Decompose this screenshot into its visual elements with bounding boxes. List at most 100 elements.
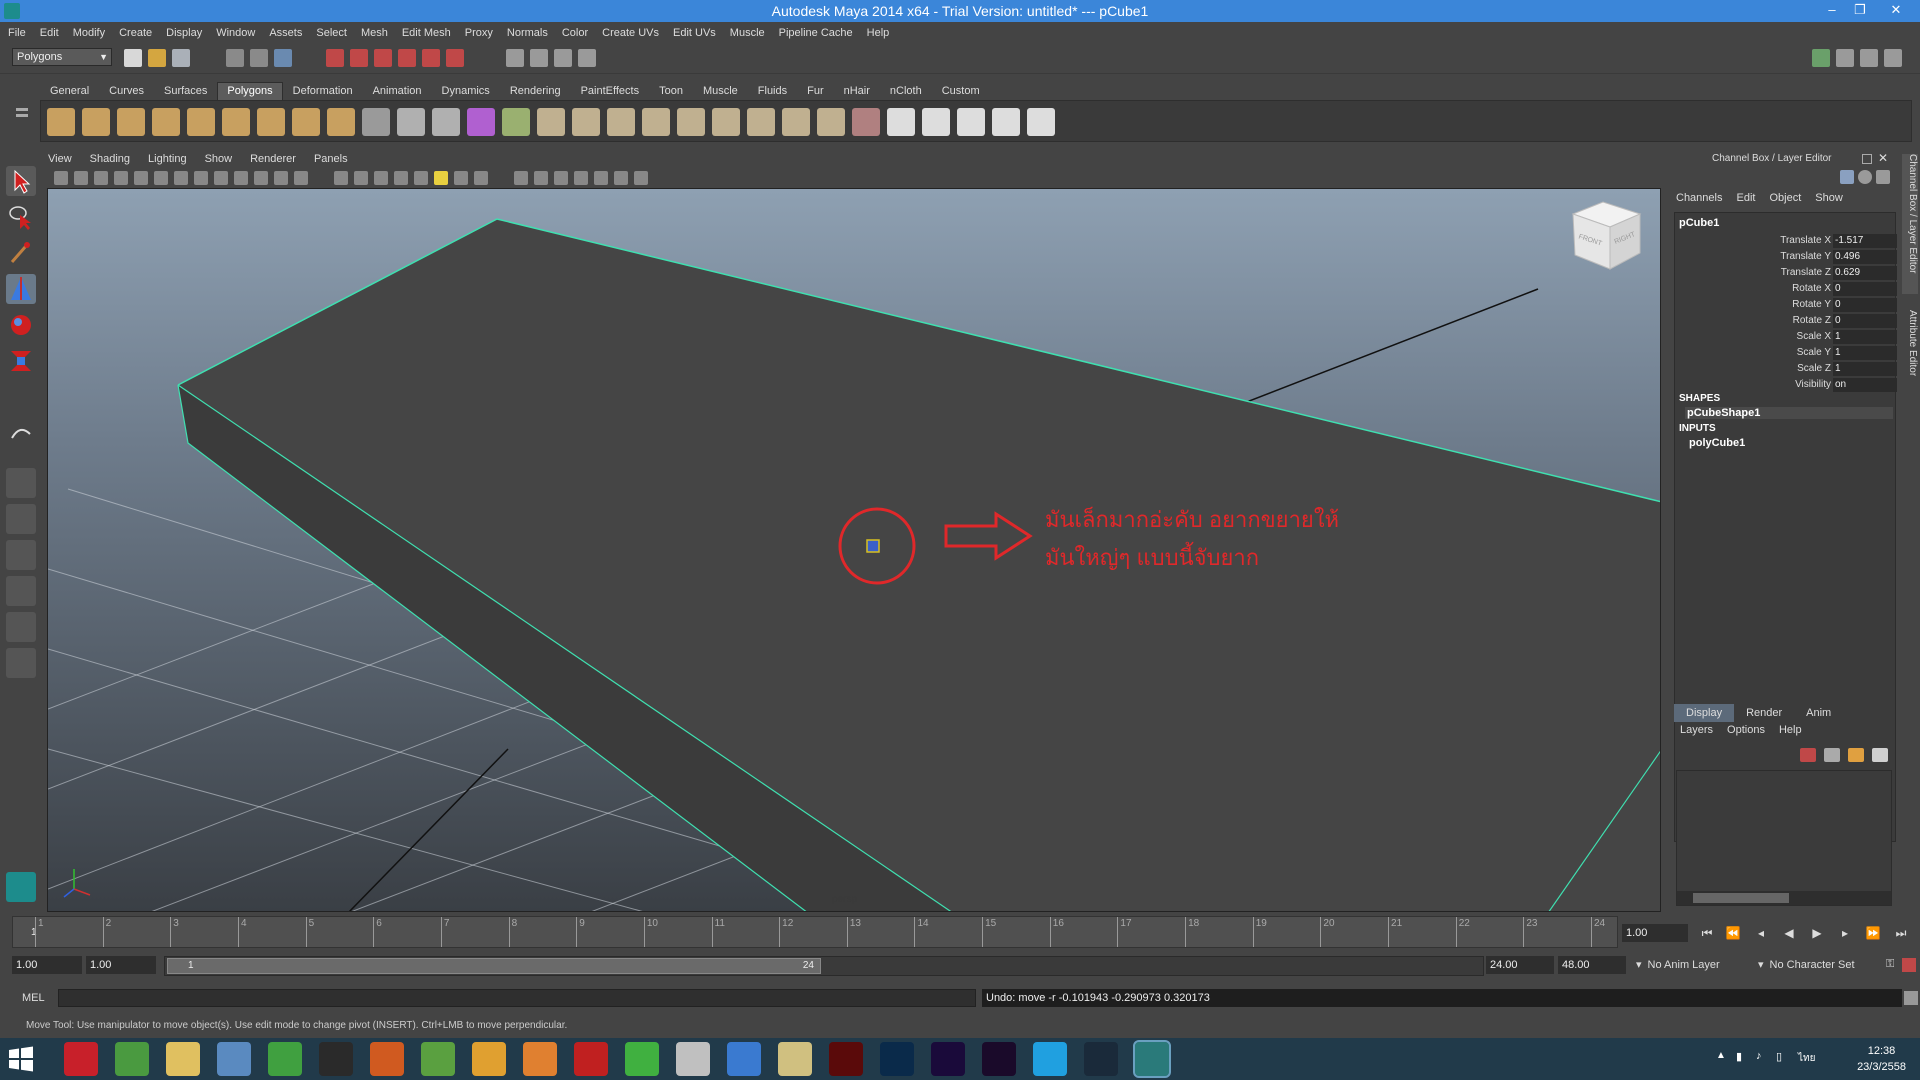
- wireframe-icon[interactable]: [334, 171, 348, 185]
- channel-menu-edit[interactable]: Edit: [1736, 192, 1755, 204]
- step-back-frame-icon[interactable]: ◂: [1750, 924, 1772, 942]
- open-scene-icon[interactable]: [148, 49, 166, 67]
- network-icon[interactable]: ▮: [1736, 1050, 1742, 1063]
- shelf-tab-general[interactable]: General: [40, 82, 99, 100]
- poly-cube-icon[interactable]: [82, 108, 110, 136]
- safe-action-icon[interactable]: [274, 171, 288, 185]
- line-app-icon[interactable]: [625, 1042, 659, 1076]
- maya-taskbar-icon[interactable]: [1133, 1040, 1171, 1078]
- attribute-value-field[interactable]: 0.629: [1833, 266, 1897, 280]
- close-panel-icon[interactable]: ✕: [1878, 151, 1888, 165]
- nvidia-icon[interactable]: [319, 1042, 353, 1076]
- perspective-viewport[interactable]: FRONT RIGHT persp: [47, 188, 1661, 912]
- shelf-tab-fur[interactable]: Fur: [797, 82, 834, 100]
- snap-grid-icon[interactable]: [326, 49, 344, 67]
- menu-modify[interactable]: Modify: [73, 27, 105, 39]
- menu-muscle[interactable]: Muscle: [730, 27, 765, 39]
- select-hierarchy-icon[interactable]: [226, 49, 244, 67]
- menu-create-uvs[interactable]: Create UVs: [602, 27, 659, 39]
- menu-edit[interactable]: Edit: [40, 27, 59, 39]
- snap-point-icon[interactable]: [374, 49, 392, 67]
- create-polygon-icon[interactable]: [362, 108, 390, 136]
- float-panel-icon[interactable]: [1862, 154, 1872, 164]
- move-up-layer-icon[interactable]: [1848, 748, 1864, 762]
- battery-icon[interactable]: ▯: [1776, 1050, 1782, 1063]
- extrude-icon[interactable]: [502, 108, 530, 136]
- after-effects-icon[interactable]: [931, 1042, 965, 1076]
- layer-horizontal-scrollbar[interactable]: [1677, 891, 1891, 905]
- scroll-thumb[interactable]: [1693, 893, 1789, 903]
- attribute-value-field[interactable]: 1: [1833, 346, 1897, 360]
- media-player-icon[interactable]: [523, 1042, 557, 1076]
- range-slider-thumb[interactable]: 1 24: [167, 958, 821, 974]
- attribute-row-translate-x[interactable]: Translate X -1.517: [1675, 233, 1897, 249]
- clock[interactable]: 12:38 23/3/2558: [1857, 1043, 1906, 1075]
- panel-menu-lighting[interactable]: Lighting: [148, 153, 187, 165]
- move-down-layer-icon[interactable]: [1872, 748, 1888, 762]
- poly-torus-icon[interactable]: [222, 108, 250, 136]
- panel-menu-view[interactable]: View: [48, 153, 72, 165]
- channel-display-icon[interactable]: [1840, 170, 1854, 184]
- attribute-value-field[interactable]: -1.517: [1833, 234, 1897, 248]
- show-modeling-toolkit-icon[interactable]: [1812, 49, 1830, 67]
- calendar-app-icon[interactable]: [727, 1042, 761, 1076]
- animation-preferences-icon[interactable]: [1902, 958, 1916, 972]
- attribute-row-rotate-y[interactable]: Rotate Y0: [1675, 297, 1897, 313]
- poly-sphere-icon[interactable]: [47, 108, 75, 136]
- persp-graph-layout-icon[interactable]: [6, 576, 36, 606]
- playback-start-field[interactable]: 1.00: [86, 956, 156, 974]
- persp-graph-outliner-layout-icon[interactable]: [6, 648, 36, 678]
- panel-menu-renderer[interactable]: Renderer: [250, 153, 296, 165]
- safe-title-icon[interactable]: [294, 171, 308, 185]
- layer-tab-display[interactable]: Display: [1674, 704, 1735, 722]
- select-component-icon[interactable]: [274, 49, 292, 67]
- time-slider[interactable]: 1 1 2 3 4 5 6 7 8 9 10 11 12 13 14 15 16 17 18 19 20 21 22 23 2…: [12, 916, 1618, 948]
- attribute-editor-toggle-icon[interactable]: [1836, 49, 1854, 67]
- play-forward-icon[interactable]: ▶: [1806, 924, 1828, 942]
- lasso-tool-icon[interactable]: [6, 202, 36, 232]
- layer-tab-render[interactable]: Render: [1734, 704, 1794, 722]
- premiere-icon[interactable]: [982, 1042, 1016, 1076]
- flash-pro-icon[interactable]: [829, 1042, 863, 1076]
- flash-app-icon[interactable]: [472, 1042, 506, 1076]
- layer-tab-anim[interactable]: Anim: [1794, 704, 1843, 722]
- attribute-value-field[interactable]: 1: [1833, 362, 1897, 376]
- smooth-shade-icon[interactable]: [354, 171, 368, 185]
- show-hidden-icons-icon[interactable]: ▲: [1716, 1050, 1726, 1061]
- paint-icon[interactable]: [778, 1042, 812, 1076]
- single-perspective-layout-icon[interactable]: [6, 468, 36, 498]
- step-forward-frame-icon[interactable]: ▸: [1834, 924, 1856, 942]
- persp-outliner-layout-icon[interactable]: [6, 540, 36, 570]
- mel-command-input[interactable]: [58, 989, 976, 1007]
- render-settings-icon[interactable]: [578, 49, 596, 67]
- channel-menu-show[interactable]: Show: [1815, 192, 1843, 204]
- key-icon[interactable]: ⚿: [1886, 958, 1900, 972]
- shelf-tab-dynamics[interactable]: Dynamics: [432, 82, 500, 100]
- shelf-tab-curves[interactable]: Curves: [99, 82, 154, 100]
- go-to-start-icon[interactable]: ⏮: [1696, 924, 1718, 942]
- shelf-menu-icon[interactable]: [14, 96, 30, 136]
- step-back-key-icon[interactable]: ⏪: [1722, 924, 1744, 942]
- bounding-box-icon[interactable]: [394, 171, 408, 185]
- insert-edge-loop-icon[interactable]: [642, 108, 670, 136]
- grid-icon[interactable]: [174, 171, 188, 185]
- anim-layer-dropdown[interactable]: ▾ No Anim Layer: [1636, 956, 1756, 974]
- paint-select-tool-icon[interactable]: [6, 238, 36, 268]
- attribute-row-translate-y[interactable]: Translate Y 0.496: [1675, 249, 1897, 265]
- shelf-tab-deformation[interactable]: Deformation: [283, 82, 363, 100]
- move-tool-icon[interactable]: [6, 274, 36, 304]
- layer-list[interactable]: [1676, 770, 1892, 906]
- range-slider[interactable]: 1 24: [164, 956, 1484, 976]
- script-editor-icon[interactable]: [1904, 991, 1918, 1005]
- character-set-dropdown[interactable]: ▾ No Character Set: [1758, 956, 1888, 974]
- play-backward-icon[interactable]: ◀: [1778, 924, 1800, 942]
- opera-icon[interactable]: [64, 1042, 98, 1076]
- attribute-value-field[interactable]: on: [1833, 378, 1897, 392]
- select-tool-icon[interactable]: [6, 166, 36, 196]
- panel-menu-shading[interactable]: Shading: [90, 153, 130, 165]
- uv-texture-editor-icon[interactable]: [1027, 108, 1055, 136]
- separate-icon[interactable]: [432, 108, 460, 136]
- wedge-icon[interactable]: [747, 108, 775, 136]
- poly-helix-icon[interactable]: [327, 108, 355, 136]
- select-object-icon[interactable]: [250, 49, 268, 67]
